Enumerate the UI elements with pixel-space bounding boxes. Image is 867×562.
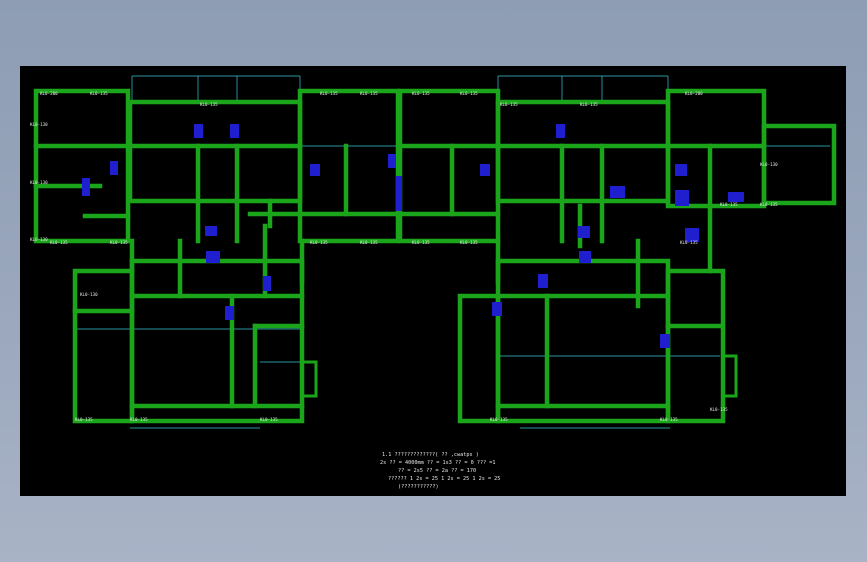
beam-label: KL0-135: [90, 91, 108, 96]
beam-label: KL0-135: [580, 102, 598, 107]
beam-label: KL0-135: [760, 202, 778, 207]
beam-label: KL0-130: [30, 180, 48, 185]
beam-label: KL0-135: [50, 240, 68, 245]
beam-label: KL0-130: [760, 162, 778, 167]
beam-label: KL0-130: [30, 122, 48, 127]
beam-label: KL0-135: [680, 240, 698, 245]
note-line-5: (???????????): [398, 484, 439, 490]
beam-label: KL0-135: [75, 417, 93, 422]
beam-label: KL0-200: [40, 91, 58, 96]
beam-label: KL0-135: [460, 91, 478, 96]
beam-label: KL0-130: [30, 237, 48, 242]
beam-label: KL0-135: [110, 240, 128, 245]
beam-label: KL0-135: [412, 91, 430, 96]
beam-label: KL0-135: [360, 91, 378, 96]
beam-label: KL0-135: [500, 102, 518, 107]
beam-label: KL0-135: [320, 91, 338, 96]
beam-label: KL0-135: [490, 417, 508, 422]
beam-label: KL0-135: [200, 102, 218, 107]
beam-label: KL0-130: [80, 292, 98, 297]
general-notes: 1.1 ?????????????( ?? ,cwatps ) 2s ?? = …: [380, 452, 500, 490]
structural-columns: [82, 124, 744, 348]
beam-label: KL0-135: [460, 240, 478, 245]
beam-label: KL0-135: [130, 417, 148, 422]
beam-label: KL0-135: [260, 417, 278, 422]
beam-label: KL0-135: [710, 407, 728, 412]
beam-label: KL0-200: [685, 91, 703, 96]
note-line-3: ?? = 2s5 ?? = 2a ?? = 170: [398, 468, 476, 474]
beam-label: KL0-135: [360, 240, 378, 245]
floor-plan-drawing: KL0-200 KL0-135KL0-135KL0-135 KL0-135 KL0-1…: [30, 75, 837, 490]
beam-label: KL0-135: [412, 240, 430, 245]
note-line-4: ?????? 1 2s = 25 1 2s = 25 1 2s = 25: [388, 476, 500, 482]
beam-label: KL0-135: [310, 240, 328, 245]
beam-label: KL0-135: [720, 202, 738, 207]
walls-right-unit: [397, 88, 837, 424]
cad-drawing-viewport: KL0-200 KL0-135 KL0-135 KL0-135 KL0-135 KL0-1…: [20, 66, 846, 496]
note-line-1: 1.1 ?????????????( ?? ,cwatps ): [382, 452, 479, 458]
beam-label: KL0-135: [660, 417, 678, 422]
note-line-2: 2s ?? = 4000mm ?? = 1s3 ?? = 0 ??? =1: [380, 460, 496, 466]
